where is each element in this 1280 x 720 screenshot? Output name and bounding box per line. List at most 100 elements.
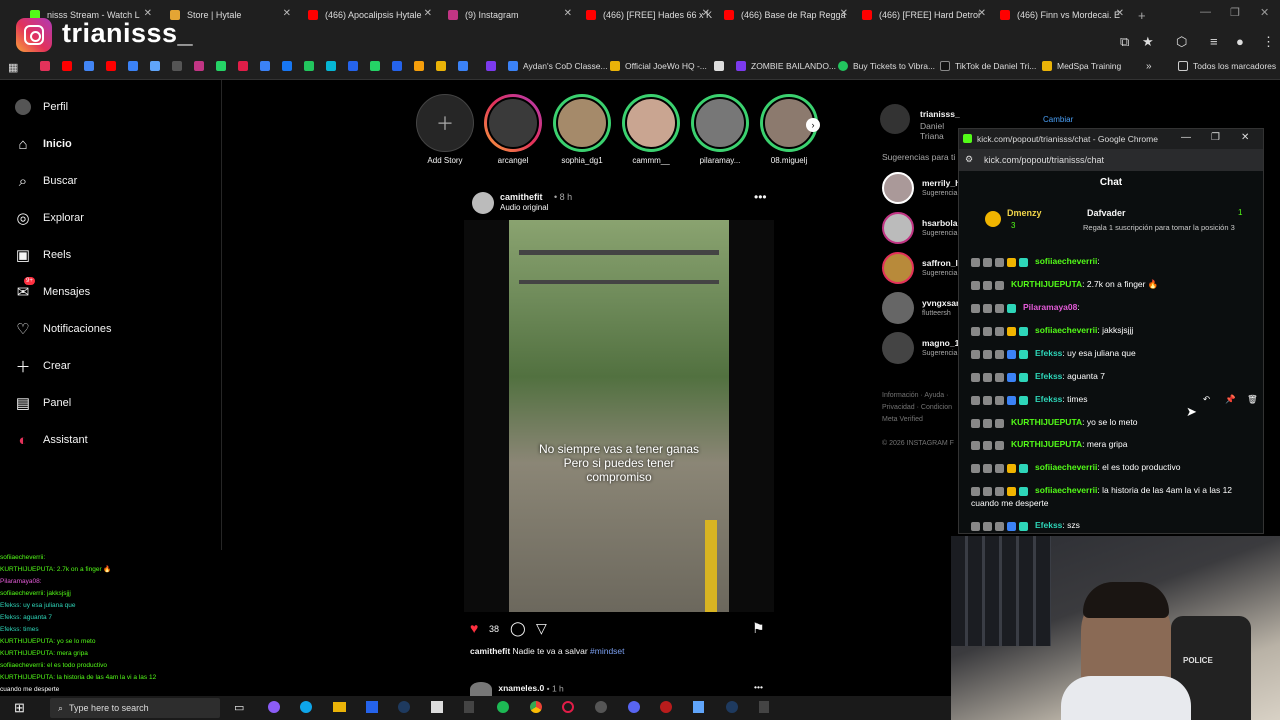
chat-message[interactable]: sofiiaecheverrii: el es todo productivo [971,461,1261,474]
epic-icon[interactable] [464,701,474,713]
close-tab-icon[interactable]: ✕ [283,8,291,19]
account-username[interactable]: trianisss_ [920,109,960,119]
bookmark-tiktok[interactable]: TikTok de Daniel Tri... [940,61,1036,71]
reply-icon[interactable]: ↶ [1203,393,1210,406]
bookmark-icon[interactable] [348,61,363,71]
nav-assistant[interactable]: ◐ Assistant [14,431,87,449]
file-explorer-icon[interactable] [333,702,346,712]
apps-icon[interactable]: ▦ [8,61,18,74]
post-audio[interactable]: Audio original [500,203,548,212]
bookmark-icon[interactable] [128,61,143,71]
chat-message[interactable]: KURTHIJUEPUTA: yo se lo meto [971,416,1261,429]
story-item[interactable]: sophia_dg1 [547,94,617,165]
maximize-icon[interactable]: ❐ [1230,6,1240,19]
extensions-icon[interactable]: ⬡ [1176,34,1187,50]
nav-mensajes[interactable]: ✉ 9+ Mensajes [14,277,90,301]
avatar[interactable] [880,104,910,134]
bookmark-icon[interactable] [216,61,231,71]
start-icon[interactable]: ⊞ [14,700,25,716]
save-bookmark-icon[interactable]: ⚑ [752,620,765,637]
avatar[interactable] [470,682,492,696]
bookmark-icon[interactable] [84,61,99,71]
menu-icon[interactable]: ⋮ [1262,34,1275,50]
bookmark-icon[interactable] [40,61,55,71]
opera-icon[interactable] [562,701,574,713]
steam-icon[interactable] [398,701,410,713]
chat-message[interactable]: KURTHIJUEPUTA: mera gripa [971,438,1261,451]
bookmark-icon[interactable] [260,61,275,71]
close-window-icon[interactable]: ✕ [1260,6,1269,19]
popout-address-bar[interactable]: ⚙ kick.com/popout/trianisss/chat [959,149,1263,171]
close-tab-icon[interactable]: ✕ [702,8,710,19]
story-item[interactable]: pilaramay... [685,94,755,165]
bookmark-icon[interactable] [106,61,121,71]
nav-inicio[interactable]: ⌂ Inicio [14,135,71,153]
chat-message[interactable]: sofiiaecheverrii: [971,255,1261,268]
nav-explorar[interactable]: ◎ Explorar [14,209,84,227]
story-item[interactable]: arcangel [478,94,548,165]
obs-icon[interactable] [660,701,672,713]
chrome-icon[interactable] [530,701,542,713]
chat-message[interactable]: Efekss: aguanta 7 [971,370,1261,383]
comment-icon[interactable]: ◯ [510,620,526,637]
tab-youtube[interactable]: (466) Finn vs Mordecai. E ✕ [1000,4,1128,26]
chat-message[interactable]: Efekss: uy esa juliana que [971,347,1261,360]
gifter-1-name[interactable]: Dmenzy [1007,208,1042,218]
bookmark-icon[interactable] [392,61,407,71]
close-window-icon[interactable]: ✕ [1241,132,1249,143]
switch-account-link[interactable]: Cambiar [1043,115,1073,124]
nav-panel[interactable]: ▤ Panel [14,394,71,412]
chat-message[interactable]: KURTHIJUEPUTA: 2.7k on a finger 🔥 [971,278,1261,291]
bookmark-icon[interactable] [458,61,473,71]
bookmark-icon[interactable] [304,61,319,71]
bookmark-icon[interactable] [486,61,501,71]
bookmark-icon[interactable] [282,61,297,71]
minimize-icon[interactable]: — [1200,6,1211,18]
avatar[interactable] [472,192,494,214]
close-tab-icon[interactable]: ✕ [424,8,432,19]
store-icon[interactable] [431,701,443,713]
nav-notificaciones[interactable]: ♡ Notificaciones [14,320,111,338]
close-tab-icon[interactable]: ✕ [564,8,572,19]
bookmark-icon[interactable] [436,61,451,71]
chat-message[interactable]: Pilaramaya08: [971,301,1261,314]
chat-message[interactable]: sofiiaecheverrii: la historia de las 4am… [971,484,1251,510]
chat-message[interactable]: sofiiaecheverrii: jakksjsjjj [971,324,1261,337]
vpn-icon[interactable] [693,701,704,713]
taskbar-search-input[interactable]: ⌕ Type here to search [50,698,220,718]
bookmark-icon[interactable] [172,61,187,71]
steam-icon[interactable] [726,701,738,713]
media-icon[interactable]: ≡ [1210,34,1218,49]
story-add[interactable]: ＋ Add Story [410,94,480,165]
post-video[interactable]: No siempre vas a tener ganas Pero si pue… [509,220,729,612]
bookmark-star-icon[interactable]: ★ [1142,34,1154,50]
like-heart-icon[interactable]: ♥ [470,620,478,636]
bookmark-icon[interactable] [194,61,209,71]
all-bookmarks-folder[interactable]: Todos los marcadores [1178,61,1276,71]
close-tab-icon[interactable]: ✕ [978,8,986,19]
nav-crear[interactable]: ＋ Crear [14,357,70,376]
nav-perfil[interactable]: Perfil [14,98,68,116]
site-info-icon[interactable]: ⚙ [965,154,973,165]
bookmark-medspa[interactable]: MedSpa Training [1042,61,1121,71]
more-bookmarks-icon[interactable]: » [1146,61,1152,72]
close-tab-icon[interactable]: ✕ [840,8,848,19]
tab-instagram[interactable]: (9) Instagram ✕ [448,4,576,26]
bookmark-icon[interactable] [414,61,429,71]
profile-icon[interactable]: ● [1236,34,1244,49]
nav-reels[interactable]: ▣ Reels [14,246,71,264]
task-view-icon[interactable]: ▭ [234,701,244,714]
chat-message[interactable]: Efekss: szs [971,519,1261,532]
bookmark-icon[interactable] [326,61,341,71]
taskbar-app-icon[interactable] [366,701,378,713]
maximize-icon[interactable]: ❐ [1211,132,1220,143]
bookmark-tickets[interactable]: Buy Tickets to Vibra... [838,61,935,71]
gifter-2-name[interactable]: Dafvader [1087,208,1126,218]
more-options-icon[interactable]: ••• [754,190,767,204]
pin-icon[interactable]: 📌 [1225,393,1236,406]
tab-youtube[interactable]: (466) [FREE] Hades 66 x K ✕ [586,4,714,26]
more-options-icon[interactable]: ••• [754,682,763,692]
bookmark-icon[interactable] [62,61,77,71]
delete-icon[interactable]: 🗑 [1247,393,1258,406]
discord-icon[interactable] [628,701,640,713]
